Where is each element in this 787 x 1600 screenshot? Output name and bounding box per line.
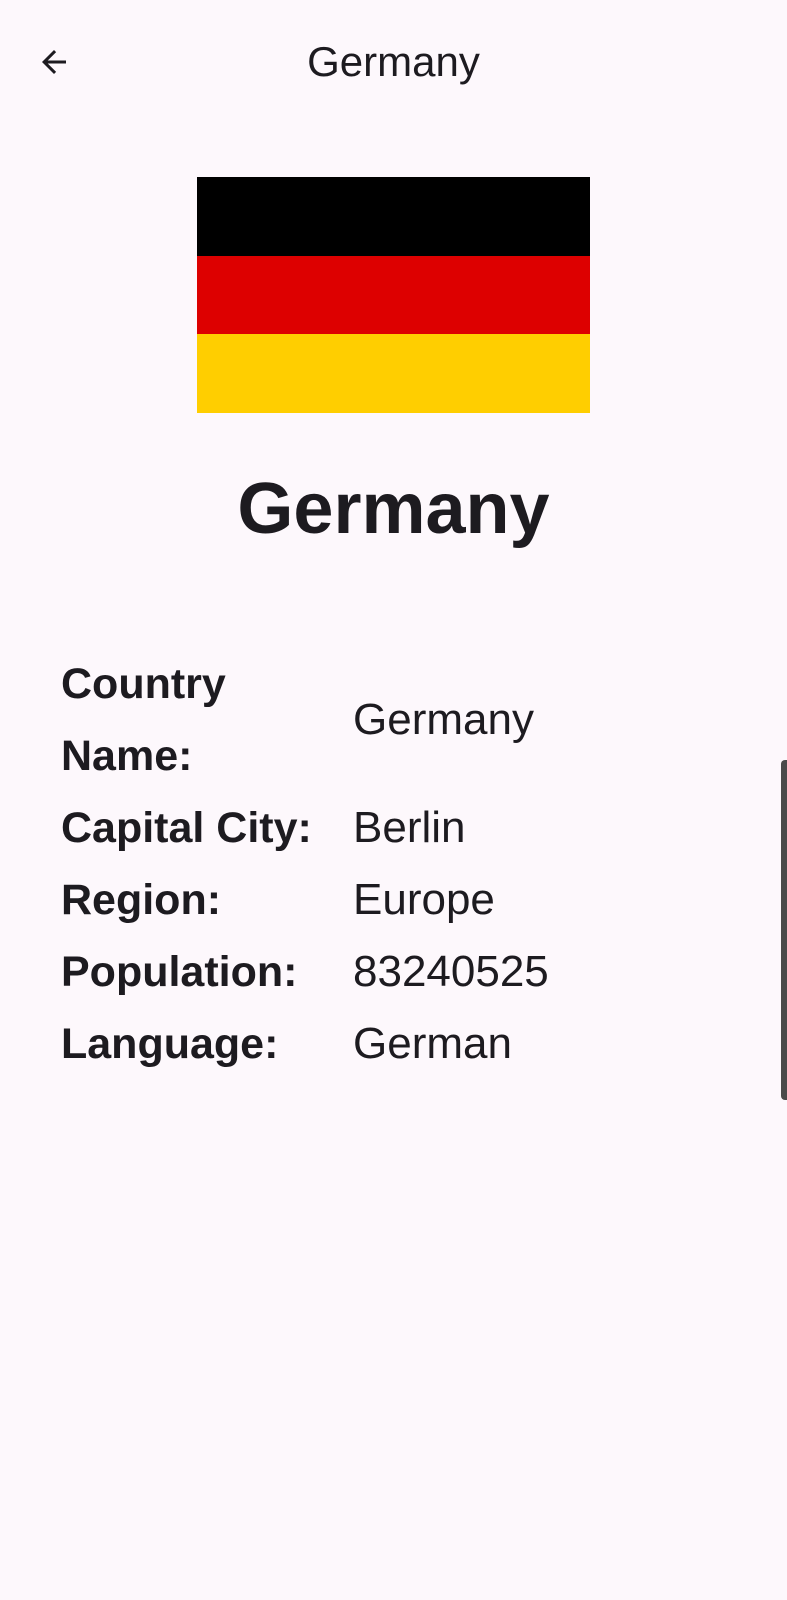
country-name-value: Germany xyxy=(353,695,534,744)
detail-row-population: Population: 83240525 xyxy=(61,936,681,1008)
population-label: Population: xyxy=(61,948,298,996)
detail-row-language: Language: German xyxy=(61,1008,681,1080)
flag-stripe-top xyxy=(197,177,590,256)
country-name-label: Country Name: xyxy=(61,660,226,780)
flag-stripe-bottom xyxy=(197,334,590,414)
language-label: Language: xyxy=(61,1020,279,1068)
app-bar: Germany xyxy=(0,0,787,128)
scroll-indicator[interactable] xyxy=(781,760,787,1100)
region-label: Region: xyxy=(61,876,222,924)
region-value: Europe xyxy=(353,875,495,924)
capital-city-value: Berlin xyxy=(353,803,466,852)
population-value: 83240525 xyxy=(353,947,549,996)
capital-city-label: Capital City: xyxy=(61,804,312,852)
detail-row-capital-city: Capital City: Berlin xyxy=(61,792,681,864)
country-heading: Germany xyxy=(237,469,550,549)
page-title: Germany xyxy=(307,38,480,85)
language-value: German xyxy=(353,1019,512,1068)
detail-row-region: Region: Europe xyxy=(61,864,681,936)
detail-row-country-name: Country Name: Germany xyxy=(61,648,681,792)
flag-stripe-middle xyxy=(197,255,590,335)
country-details: Country Name: Germany Capital City: Berl… xyxy=(61,648,681,1080)
country-flag xyxy=(197,177,590,414)
